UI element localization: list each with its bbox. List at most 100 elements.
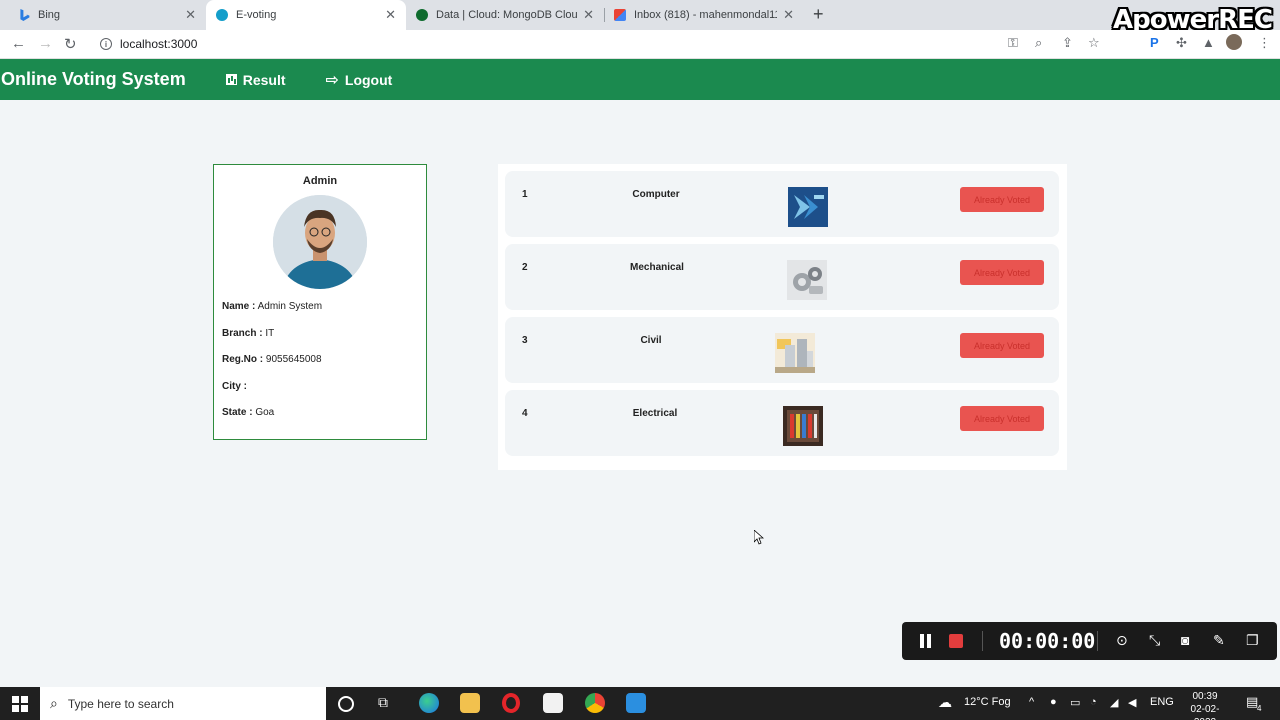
- search-icon: ⌕: [50, 695, 58, 711]
- windows-taskbar: ⌕ Type here to search ⧉ ☁ 12°C Fog ^ ● ▭…: [0, 687, 1280, 720]
- branch-label: Branch :: [222, 328, 263, 339]
- network-icon[interactable]: ◢: [1110, 696, 1118, 709]
- already-voted-button[interactable]: Already Voted: [960, 260, 1044, 285]
- tab-bing[interactable]: Bing ✕: [8, 0, 206, 30]
- user-avatar-icon[interactable]: [1226, 34, 1242, 50]
- tab-gmail[interactable]: Inbox (818) - mahenmondal1111 ✕: [604, 0, 804, 30]
- candidate-name: Electrical: [632, 408, 678, 419]
- key-icon[interactable]: ⚿: [1008, 35, 1018, 51]
- chrome-menu-icon[interactable]: ⋮: [1258, 35, 1271, 51]
- react-icon: [216, 9, 228, 21]
- close-tab-icon[interactable]: ✕: [185, 7, 196, 23]
- tab-title: Bing: [38, 9, 61, 21]
- state-value: Goa: [255, 407, 275, 418]
- already-voted-button[interactable]: Already Voted: [960, 187, 1044, 212]
- app-brand[interactable]: Online Voting System: [1, 69, 186, 90]
- regno-value: 9055645008: [265, 354, 322, 365]
- candidate-name: Computer: [632, 189, 680, 200]
- state-label: State :: [222, 407, 253, 418]
- window-icon[interactable]: ❐: [1246, 632, 1259, 649]
- candidate-row: 4 Electrical Already Voted: [505, 390, 1059, 456]
- file-explorer-icon[interactable]: [460, 693, 480, 713]
- site-info-icon[interactable]: i: [100, 38, 112, 50]
- already-voted-button[interactable]: Already Voted: [960, 406, 1044, 431]
- candidate-row: 3 Civil Already Voted: [505, 317, 1059, 383]
- bookmark-star-icon[interactable]: ☆: [1088, 35, 1100, 51]
- chevron-up-icon[interactable]: ^: [1029, 696, 1034, 708]
- close-tab-icon[interactable]: ✕: [583, 7, 594, 23]
- battery-icon[interactable]: ▭: [1070, 696, 1080, 709]
- share-icon[interactable]: ⇪: [1062, 35, 1073, 51]
- mechanical-branch-image: [787, 260, 827, 300]
- back-arrow-icon[interactable]: ←: [11, 35, 26, 52]
- extension-p-icon[interactable]: P: [1150, 35, 1159, 50]
- tab-mongodb[interactable]: Data | Cloud: MongoDB Cloud ✕: [406, 0, 604, 30]
- profile-branch: Branch : IT: [222, 328, 274, 339]
- regno-label: Reg.No :: [222, 354, 264, 365]
- candidate-list: 1 Computer Already Voted 2 Mechanical Al…: [498, 164, 1067, 470]
- forward-arrow-icon[interactable]: →: [38, 35, 53, 52]
- profile-name: Name : Admin System: [222, 301, 322, 312]
- gmail-icon: [614, 9, 626, 21]
- candidate-number: 3: [522, 335, 528, 346]
- wifi-icon[interactable]: ◔: [1090, 696, 1097, 708]
- edge-icon[interactable]: [419, 693, 439, 713]
- profile-card: Admin Name : Admin System Branch : IT Re…: [213, 164, 427, 440]
- mouse-cursor-icon: [754, 530, 764, 545]
- reload-icon[interactable]: ↻: [64, 35, 77, 53]
- taskbar-clock[interactable]: 00:39 02-02-2022: [1180, 690, 1230, 720]
- divider: [982, 631, 983, 651]
- taskbar-search[interactable]: ⌕ Type here to search: [40, 687, 326, 720]
- zoom-target-icon[interactable]: ⊙: [1116, 632, 1128, 649]
- camera-icon[interactable]: ◙: [1181, 632, 1189, 648]
- profile-menu-icon[interactable]: ▲: [1202, 35, 1215, 50]
- profile-city: City :: [222, 381, 247, 392]
- extensions-puzzle-icon[interactable]: ✣: [1176, 35, 1187, 51]
- vscode-icon[interactable]: [626, 693, 646, 713]
- opera-icon[interactable]: [502, 693, 520, 713]
- chrome-icon[interactable]: [585, 693, 605, 713]
- language-indicator[interactable]: ENG: [1150, 696, 1174, 708]
- browser-toolbar: ← → ↻ i localhost:3000 ⚿ ⌕ ⇪ ☆ P ✣ ▲ ⋮: [0, 30, 1280, 59]
- address-bar[interactable]: i localhost:3000: [92, 33, 1112, 55]
- clock-time: 00:39: [1192, 691, 1218, 702]
- mongodb-icon: [416, 9, 428, 21]
- bar-chart-icon: [225, 74, 237, 85]
- profile-role: Admin: [302, 175, 338, 187]
- person-photo: [273, 195, 367, 289]
- weather-text[interactable]: 12°C Fog: [964, 696, 1011, 708]
- weather-cloud-icon: ☁: [938, 694, 952, 710]
- windows-start-icon[interactable]: [12, 696, 28, 712]
- clock-date: 02-02-2022: [1190, 704, 1220, 720]
- already-voted-button[interactable]: Already Voted: [960, 333, 1044, 358]
- bing-icon: [20, 9, 30, 21]
- search-placeholder: Type here to search: [67, 696, 174, 711]
- microphone-icon[interactable]: ●: [1050, 696, 1057, 708]
- profile-state: State : Goa: [222, 407, 274, 418]
- store-icon[interactable]: [543, 693, 563, 713]
- candidate-number: 4: [522, 408, 528, 419]
- electrical-branch-image: [783, 406, 823, 446]
- candidate-row: 2 Mechanical Already Voted: [505, 244, 1059, 310]
- close-tab-icon[interactable]: ✕: [783, 7, 794, 23]
- candidate-name: Mechanical: [630, 262, 684, 273]
- pause-icon[interactable]: [920, 634, 931, 648]
- volume-icon[interactable]: ◀: [1128, 696, 1136, 709]
- shrink-icon[interactable]: ⤡: [1149, 632, 1160, 649]
- task-view-icon[interactable]: ⧉: [378, 694, 398, 714]
- tab-e-voting[interactable]: E-voting ✕: [206, 0, 406, 30]
- result-label: Result: [242, 71, 286, 88]
- name-value: Admin System: [257, 301, 323, 312]
- logout-link[interactable]: ⇨ Logout: [326, 70, 393, 90]
- pen-icon[interactable]: ✎: [1213, 632, 1225, 649]
- cortana-icon[interactable]: [338, 696, 354, 712]
- result-link[interactable]: Result: [225, 71, 286, 88]
- candidate-row: 1 Computer Already Voted: [505, 171, 1059, 237]
- stop-record-icon[interactable]: [949, 634, 963, 648]
- close-tab-icon[interactable]: ✕: [385, 7, 396, 23]
- notification-count: 4: [1257, 704, 1262, 713]
- zoom-icon[interactable]: ⌕: [1035, 35, 1042, 51]
- name-label: Name :: [222, 301, 256, 312]
- app-navbar: Online Voting System Result ⇨ Logout: [0, 59, 1280, 100]
- new-tab-button[interactable]: +: [813, 4, 824, 25]
